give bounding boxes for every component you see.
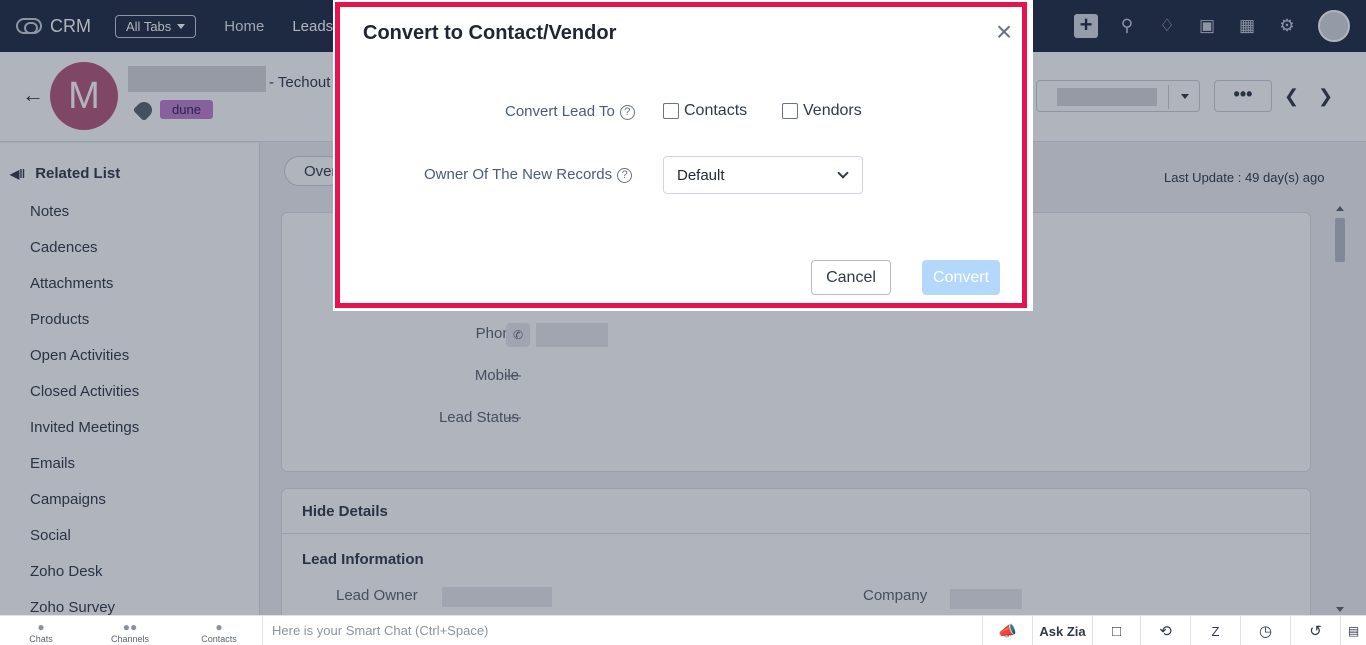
- bottom-bar: ● Chats ●● Channels ● Contacts Here is y…: [0, 615, 1366, 645]
- signals-icon[interactable]: □: [1092, 616, 1140, 645]
- convert-button[interactable]: Convert: [922, 260, 1000, 295]
- history-icon[interactable]: ↺: [1290, 616, 1340, 645]
- ask-zia-button[interactable]: Ask Zia: [1032, 616, 1092, 645]
- alarm-clock-icon[interactable]: ◷: [1240, 616, 1290, 645]
- chat-icon: ●: [37, 620, 45, 634]
- contacts-option-label: Contacts: [684, 102, 748, 119]
- footer-tab-channels[interactable]: ●● Channels: [100, 620, 160, 644]
- convert-lead-to-row: Convert Lead To?: [505, 103, 635, 120]
- chevron-down-icon: [837, 167, 849, 179]
- checkbox-box[interactable]: [663, 103, 679, 119]
- zia-icon[interactable]: Z: [1190, 616, 1240, 645]
- checkbox-box[interactable]: [782, 103, 798, 119]
- contacts-checkbox[interactable]: Contacts: [663, 102, 747, 120]
- vendors-option-label: Vendors: [803, 102, 862, 119]
- footer-actions: 📣 Ask Zia □ ⟲ Z ◷ ↺ ▤: [982, 616, 1366, 645]
- announcement-icon[interactable]: 📣: [982, 616, 1032, 645]
- close-icon[interactable]: ×: [991, 18, 1017, 46]
- help-icon[interactable]: ?: [619, 105, 635, 120]
- owner-row: Owner Of The New Records?: [424, 166, 633, 183]
- footer-tab-label: Contacts: [201, 634, 237, 644]
- smart-assist-icon[interactable]: ⟲: [1140, 616, 1190, 645]
- cancel-button[interactable]: Cancel: [811, 260, 891, 295]
- convert-lead-to-label: Convert Lead To: [505, 103, 615, 120]
- footer-tab-chats[interactable]: ● Chats: [11, 620, 71, 644]
- footer-tab-contacts[interactable]: ● Contacts: [189, 620, 249, 644]
- owner-select-value: Default: [677, 167, 725, 184]
- smart-chat-input[interactable]: Here is your Smart Chat (Ctrl+Space): [262, 616, 982, 645]
- contacts-icon: ●: [215, 620, 223, 634]
- convert-dialog: Convert to Contact/Vendor × Convert Lead…: [333, 0, 1033, 311]
- notes-icon[interactable]: ▤: [1340, 616, 1366, 645]
- owner-label: Owner Of The New Records: [424, 166, 613, 183]
- help-icon[interactable]: ?: [617, 168, 633, 183]
- footer-tab-label: Chats: [29, 634, 53, 644]
- owner-select[interactable]: Default: [663, 156, 863, 194]
- channels-icon: ●●: [122, 620, 138, 634]
- vendors-checkbox[interactable]: Vendors: [782, 102, 862, 120]
- dialog-title: Convert to Contact/Vendor: [363, 22, 617, 44]
- footer-tab-label: Channels: [110, 634, 150, 644]
